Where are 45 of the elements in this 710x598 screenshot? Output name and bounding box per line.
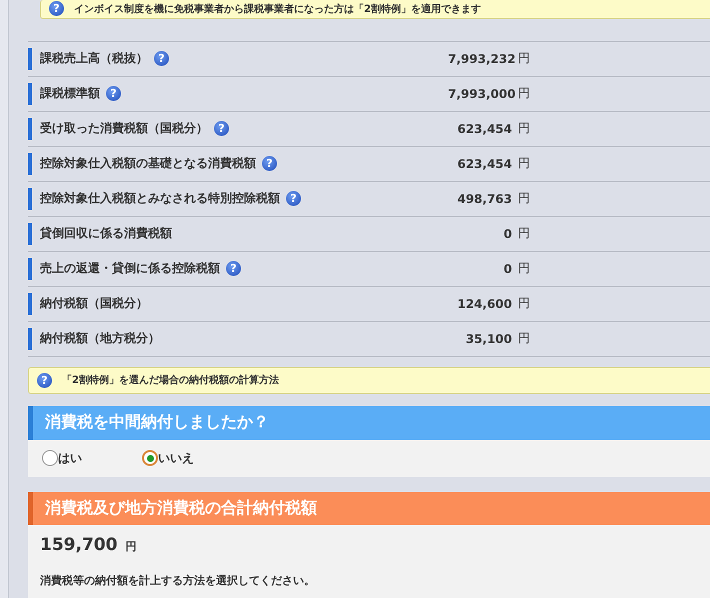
help-icon[interactable]: ? — [286, 191, 301, 206]
amount-value: 0 — [502, 226, 512, 241]
help-icon[interactable]: ? — [226, 261, 241, 276]
radio-label[interactable]: いいえ — [158, 450, 194, 467]
row-label: 納付税額（地方税分） — [40, 330, 160, 348]
currency-unit: 円 — [518, 155, 530, 172]
row-label: 課税売上高（税抜） — [40, 50, 148, 68]
help-icon[interactable]: ? — [106, 86, 121, 102]
currency-unit: 円 — [518, 85, 530, 102]
currency-unit: 円 — [518, 260, 530, 278]
amount-value: 623,454 — [456, 156, 512, 171]
instruction-text: 消費税等の納付額を計上する方法を選択してください。 — [40, 572, 316, 588]
help-icon[interactable]: ? — [154, 51, 169, 66]
help-icon[interactable]: ? — [37, 372, 52, 388]
amount-value: 7,993,232 — [448, 52, 512, 66]
row-label: 課税標準額 — [40, 85, 100, 102]
row-label: 納付税額（国税分） — [40, 295, 148, 312]
amount-value: 498,763 — [456, 192, 512, 206]
note-text: インボイス制度を機に免税事業者から課税事業者になった方は「2割特例」を適用できます — [74, 2, 481, 16]
total-amount: 159,700 — [40, 534, 118, 555]
row-label: 控除対象仕入税額の基礎となる消費税額 — [40, 155, 256, 172]
amount-value: 124,600 — [456, 296, 512, 311]
currency-unit: 円 — [518, 225, 530, 242]
calc-method-link[interactable]: 「2割特例」を選んだ場合の納付税額の計算方法 — [62, 373, 279, 388]
help-icon[interactable]: ? — [262, 156, 277, 172]
amount-value: 623,454 — [456, 122, 512, 136]
amount-value: 35,100 — [464, 332, 512, 346]
radio-button[interactable] — [142, 450, 158, 466]
help-icon[interactable]: ? — [214, 121, 229, 136]
currency-unit: 円 — [518, 50, 530, 68]
row-label: 受け取った消費税額（国税分） — [40, 120, 208, 138]
help-icon[interactable]: ? — [49, 0, 64, 16]
currency-unit: 円 — [125, 538, 136, 554]
radio-label[interactable]: はい — [58, 450, 82, 467]
currency-unit: 円 — [518, 295, 530, 312]
row-label: 控除対象仕入税額とみなされる特別控除税額 — [40, 190, 280, 208]
section-header: 消費税及び地方消費税の合計納付税額 — [28, 492, 710, 525]
currency-unit: 円 — [518, 120, 530, 138]
section-header: 消費税を中間納付しましたか？ — [28, 406, 710, 440]
currency-unit: 円 — [518, 190, 530, 208]
amount-value: 0 — [502, 262, 512, 276]
row-label: 売上の返還・貸倒に係る控除税額 — [40, 260, 220, 278]
radio-button[interactable] — [42, 450, 58, 466]
row-label: 貸倒回収に係る消費税額 — [40, 225, 172, 242]
currency-unit: 円 — [518, 330, 530, 348]
